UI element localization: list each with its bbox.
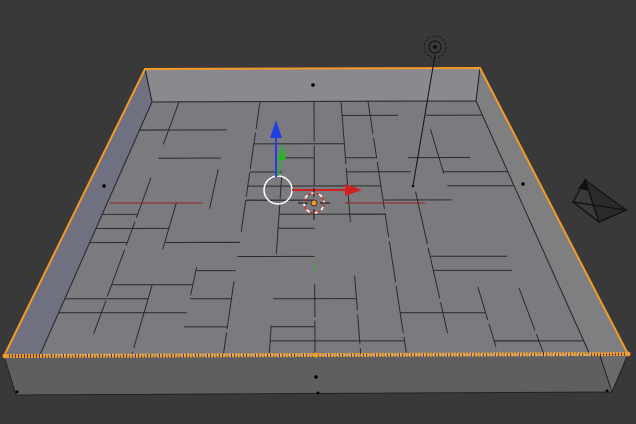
edge-dot-left-bottom (15, 390, 19, 394)
wall-front-outer[interactable] (3, 353, 629, 396)
vertex-front-mid (313, 352, 319, 358)
edge-midpoint-right (521, 182, 525, 186)
vertex-right-front (625, 351, 631, 357)
3d-viewport[interactable] (0, 0, 636, 424)
viewport-canvas[interactable] (0, 0, 636, 424)
vertex-left-front (2, 353, 8, 359)
edge-dot-right-bottom (605, 389, 609, 393)
lamp-line-end-dot (411, 184, 415, 188)
edge-midpoint-front (314, 375, 318, 379)
edge-dot-front-bottom (316, 391, 320, 395)
edge-midpoint-left (102, 184, 106, 188)
plank-line (359, 348, 362, 356)
object-origin-icon[interactable] (310, 199, 318, 207)
edge-midpoint-back (311, 83, 315, 87)
